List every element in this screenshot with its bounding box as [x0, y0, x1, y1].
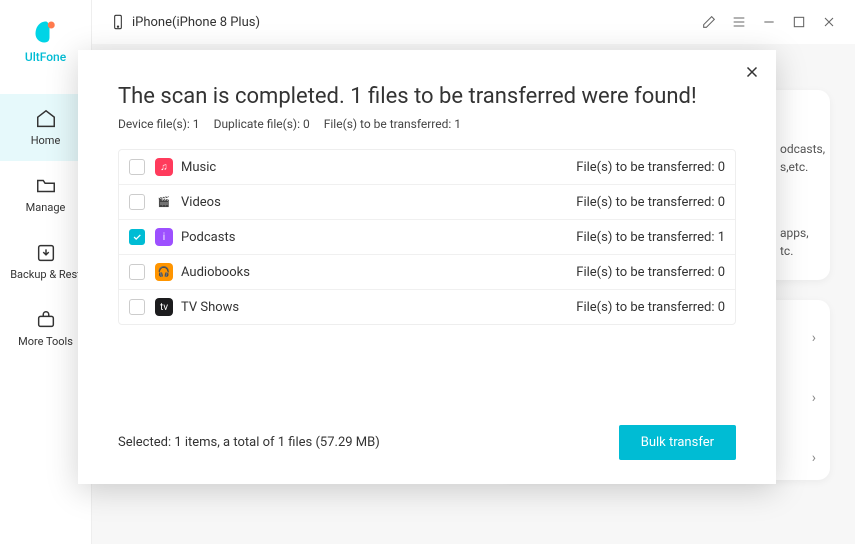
file-row-checkbox[interactable] — [129, 229, 145, 245]
brand-logo: UltFone — [25, 18, 66, 64]
topbar-actions — [701, 14, 837, 30]
backup-icon — [35, 242, 57, 264]
file-type-name: Audiobooks — [181, 265, 250, 280]
modal-subhead: Device file(s): 1 Duplicate file(s): 0 F… — [118, 117, 736, 131]
file-row: i Podcasts File(s) to be transferred: 1 — [119, 220, 735, 255]
duplicate-files-count: Duplicate file(s): 0 — [214, 117, 310, 131]
edit-button[interactable] — [701, 14, 717, 30]
close-window-button[interactable] — [821, 14, 837, 30]
brand-name: UltFone — [25, 50, 66, 64]
file-row: tv TV Shows File(s) to be transferred: 0 — [119, 290, 735, 324]
file-row: ♫ Music File(s) to be transferred: 0 — [119, 150, 735, 185]
bulk-transfer-button[interactable]: Bulk transfer — [619, 425, 736, 460]
modal-title: The scan is completed. 1 files to be tra… — [118, 84, 736, 109]
phone-icon — [110, 14, 126, 30]
file-transfer-count: File(s) to be transferred: 0 — [576, 265, 725, 280]
file-row: 🎬 Videos File(s) to be transferred: 0 — [119, 185, 735, 220]
toolbox-icon — [35, 309, 57, 331]
file-row: 🎧 Audiobooks File(s) to be transferred: 0 — [119, 255, 735, 290]
folder-icon — [35, 175, 57, 197]
file-row-checkbox[interactable] — [129, 159, 145, 175]
menu-button[interactable] — [731, 14, 747, 30]
scan-results-modal: The scan is completed. 1 files to be tra… — [78, 50, 776, 484]
tvshows-icon: tv — [155, 298, 173, 316]
device-label: iPhone(iPhone 8 Plus) — [110, 14, 260, 30]
file-type-name: TV Shows — [181, 300, 239, 315]
minimize-button[interactable] — [761, 14, 777, 30]
chevron-right-icon[interactable]: › — [812, 450, 816, 466]
selected-summary: Selected: 1 items, a total of 1 files (5… — [118, 435, 380, 450]
audiobooks-icon: 🎧 — [155, 263, 173, 281]
file-row-checkbox[interactable] — [129, 299, 145, 315]
file-type-name: Videos — [181, 195, 221, 210]
file-type-list: ♫ Music File(s) to be transferred: 0 🎬 Video… — [118, 149, 736, 325]
chevron-right-icon[interactable]: › — [812, 330, 816, 346]
file-transfer-count: File(s) to be transferred: 0 — [576, 300, 725, 315]
file-transfer-count: File(s) to be transferred: 1 — [576, 230, 725, 245]
file-type-name: Podcasts — [181, 230, 235, 245]
logo-icon — [32, 18, 60, 46]
modal-close-button[interactable] — [740, 60, 764, 84]
device-files-count: Device file(s): 1 — [118, 117, 200, 131]
music-icon: ♫ — [155, 158, 173, 176]
file-transfer-count: File(s) to be transferred: 0 — [576, 160, 725, 175]
file-row-checkbox[interactable] — [129, 194, 145, 210]
modal-header: The scan is completed. 1 files to be tra… — [78, 50, 776, 135]
modal-footer: Selected: 1 items, a total of 1 files (5… — [118, 425, 736, 460]
topbar: iPhone(iPhone 8 Plus) — [92, 0, 855, 44]
file-type-name: Music — [181, 160, 216, 175]
transfer-files-count: File(s) to be transferred: 1 — [324, 117, 461, 131]
file-row-checkbox[interactable] — [129, 264, 145, 280]
maximize-button[interactable] — [791, 14, 807, 30]
file-transfer-count: File(s) to be transferred: 0 — [576, 195, 725, 210]
home-icon — [35, 108, 57, 130]
podcasts-icon: i — [155, 228, 173, 246]
videos-icon: 🎬 — [155, 193, 173, 211]
chevron-right-icon[interactable]: › — [812, 390, 816, 406]
